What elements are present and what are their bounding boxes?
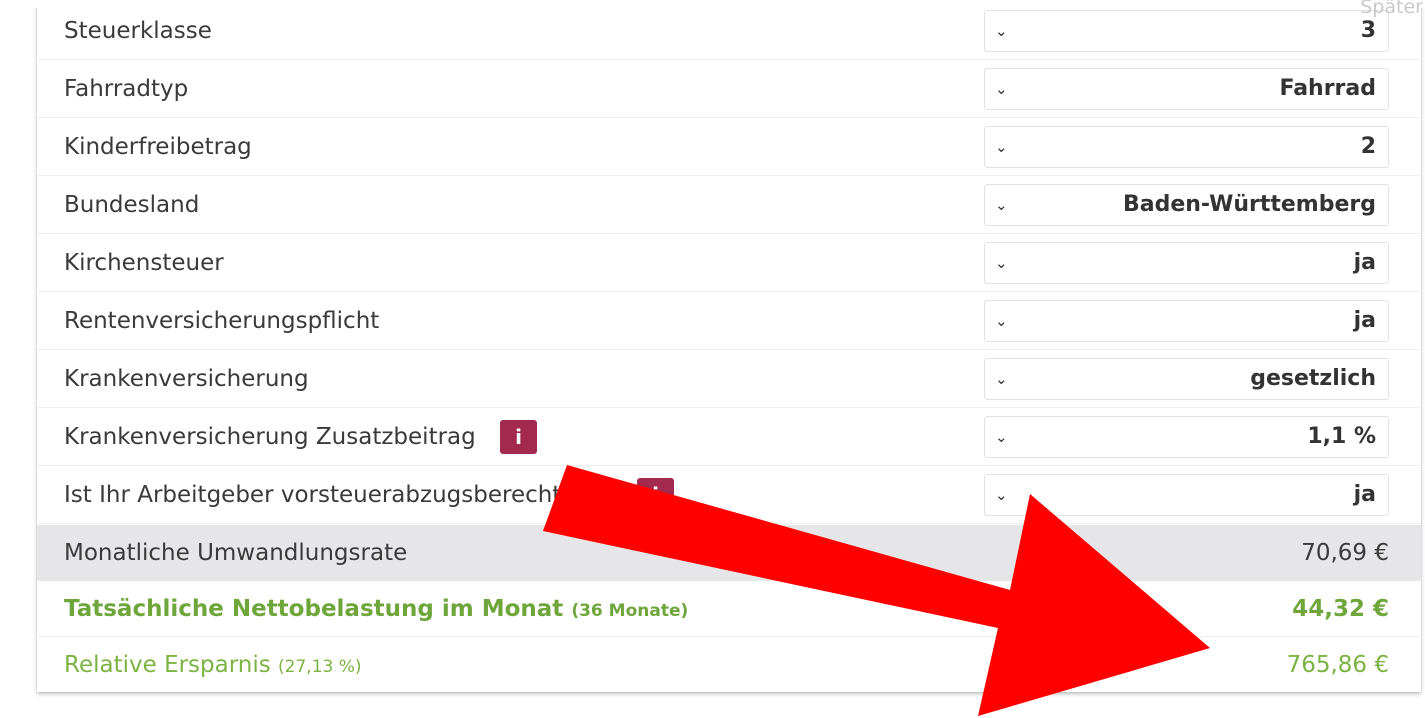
form-row-kinderfreibetrag: Kinderfreibetrag ⌄ 2 (37, 118, 1421, 176)
form-row-vorsteuerabzug: Ist Ihr Arbeitgeber vorsteuerabzugsberec… (37, 466, 1421, 524)
chevron-down-icon: ⌄ (995, 254, 1008, 272)
chevron-down-icon: ⌄ (995, 428, 1008, 446)
steuerklasse-select[interactable]: ⌄ 3 (984, 10, 1389, 52)
summary-value: 44,32 € (1292, 596, 1389, 622)
row-label: Steuerklasse (64, 18, 212, 44)
top-edge (0, 0, 1425, 8)
chevron-down-icon: ⌄ (995, 138, 1008, 156)
summary-row-umwandlungsrate: Monatliche Umwandlungsrate 70,69 € (37, 525, 1421, 581)
summary-value: 765,86 € (1286, 652, 1389, 678)
kinderfreibetrag-select[interactable]: ⌄ 2 (984, 126, 1389, 168)
chevron-down-icon: ⌄ (995, 80, 1008, 98)
row-label: Kinderfreibetrag (64, 134, 252, 160)
select-value: 2 (1360, 134, 1376, 159)
summary-row-ersparnis: Relative Ersparnis (27,13 %) 765,86 € (37, 637, 1421, 693)
form-row-steuerklasse: Steuerklasse ⌄ 3 (37, 2, 1421, 60)
form-row-zusatzbeitrag: Krankenversicherung Zusatzbeitrag i ⌄ 1,… (37, 408, 1421, 466)
krankenversicherung-select[interactable]: ⌄ gesetzlich (984, 358, 1389, 400)
vorsteuerabzug-select[interactable]: ⌄ ja (984, 474, 1389, 516)
info-icon[interactable]: i (637, 478, 674, 512)
chevron-down-icon: ⌄ (995, 312, 1008, 330)
calculator-card: Steuerklasse ⌄ 3 Fahrradtyp ⌄ Fahrrad Ki… (37, 0, 1421, 692)
select-value: Baden-Württemberg (1122, 192, 1376, 217)
row-label: Kirchensteuer (64, 250, 224, 276)
summary-label: Tatsächliche Nettobelastung im Monat (36… (64, 581, 688, 637)
info-icon[interactable]: i (500, 420, 537, 454)
spaeter-link[interactable]: Später (1360, 0, 1423, 18)
zusatzbeitrag-select[interactable]: ⌄ 1,1 % (984, 416, 1389, 458)
select-value: ja (1353, 482, 1376, 507)
chevron-down-icon: ⌄ (995, 370, 1008, 388)
fahrradtyp-select[interactable]: ⌄ Fahrrad (984, 68, 1389, 110)
summary-value: 70,69 € (1301, 540, 1389, 566)
row-label: Ist Ihr Arbeitgeber vorsteuerabzugsberec… (64, 482, 604, 508)
row-label: Krankenversicherung (64, 366, 309, 392)
form-row-fahrradtyp: Fahrradtyp ⌄ Fahrrad (37, 60, 1421, 118)
select-value: gesetzlich (1250, 366, 1376, 391)
screenshot-page: Steuerklasse ⌄ 3 Fahrradtyp ⌄ Fahrrad Ki… (0, 0, 1425, 718)
row-label: Rentenversicherungspflicht (64, 308, 380, 334)
form-row-krankenversicherung: Krankenversicherung ⌄ gesetzlich (37, 350, 1421, 408)
row-label: Bundesland (64, 192, 200, 218)
row-label: Fahrradtyp (64, 76, 189, 102)
summary-label: Monatliche Umwandlungsrate (64, 540, 408, 566)
chevron-down-icon: ⌄ (995, 22, 1008, 40)
kirchensteuer-select[interactable]: ⌄ ja (984, 242, 1389, 284)
summary-label-text: Relative Ersparnis (64, 652, 271, 678)
form-row-rentenversicherungspflicht: Rentenversicherungspflicht ⌄ ja (37, 292, 1421, 350)
summary-label-text: Tatsächliche Nettobelastung im Monat (64, 596, 564, 622)
form-row-bundesland: Bundesland ⌄ Baden-Württemberg (37, 176, 1421, 234)
row-label: Krankenversicherung Zusatzbeitrag (64, 424, 476, 450)
select-value: ja (1353, 250, 1376, 275)
summary-label: Relative Ersparnis (27,13 %) (64, 637, 362, 693)
summary-note: (27,13 %) (278, 657, 362, 677)
summary-row-nettobelastung: Tatsächliche Nettobelastung im Monat (36… (37, 581, 1421, 637)
bundesland-select[interactable]: ⌄ Baden-Württemberg (984, 184, 1389, 226)
chevron-down-icon: ⌄ (995, 486, 1008, 504)
rentenversicherungspflicht-select[interactable]: ⌄ ja (984, 300, 1389, 342)
chevron-down-icon: ⌄ (995, 196, 1008, 214)
select-value: ja (1353, 308, 1376, 333)
form-row-kirchensteuer: Kirchensteuer ⌄ ja (37, 234, 1421, 292)
summary-note: (36 Monate) (571, 601, 689, 621)
select-value: 1,1 % (1307, 424, 1376, 449)
select-value: Fahrrad (1279, 76, 1376, 101)
